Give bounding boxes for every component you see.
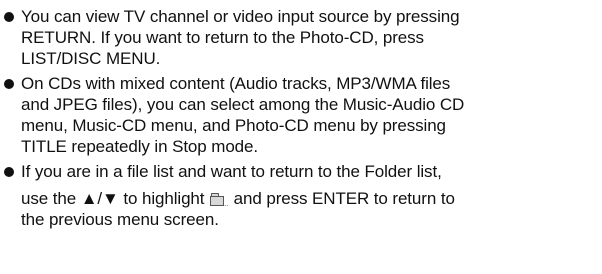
bullet-item-mixed-content: On CDs with mixed content (Audio tracks,…	[0, 73, 600, 157]
bullet-1-line-1: You can view TV channel or video input s…	[21, 7, 460, 26]
bullet-3-line-2-before-icon: use the ▲/▼ to highlight	[21, 189, 205, 208]
bullet-item-folder-list: If you are in a file list and want to re…	[0, 161, 600, 230]
bullet-1-line-3: LIST/DISC MENU.	[21, 49, 161, 68]
bullet-dot-icon	[4, 79, 14, 89]
bullet-2-line-1: On CDs with mixed content (Audio tracks,…	[21, 74, 451, 93]
bullet-item-return: You can view TV channel or video input s…	[0, 6, 600, 69]
bullet-2-line-3: menu, Music-CD menu, and Photo-CD menu b…	[21, 116, 446, 135]
bullet-2-line-2: and JPEG files), you can select among th…	[21, 95, 465, 114]
bullet-list: You can view TV channel or video input s…	[0, 6, 600, 234]
bullet-3-line-2-after-icon: and press ENTER to return to	[233, 189, 455, 208]
bullet-dot-icon	[4, 12, 14, 22]
folder-up-icon: ..	[210, 193, 228, 208]
manual-page: You can view TV channel or video input s…	[0, 0, 602, 274]
bullet-3-line-2: use the ▲/▼ to highlight .. and press EN…	[21, 188, 600, 209]
bullet-1-line-2: RETURN. If you want to return to the Pho…	[21, 28, 424, 47]
bullet-dot-icon	[4, 167, 14, 177]
bullet-3-line-3: the previous menu screen.	[21, 210, 219, 229]
bullet-3-line-1: If you are in a file list and want to re…	[21, 162, 442, 181]
bullet-2-line-4: TITLE repeatedly in Stop mode.	[21, 137, 259, 156]
